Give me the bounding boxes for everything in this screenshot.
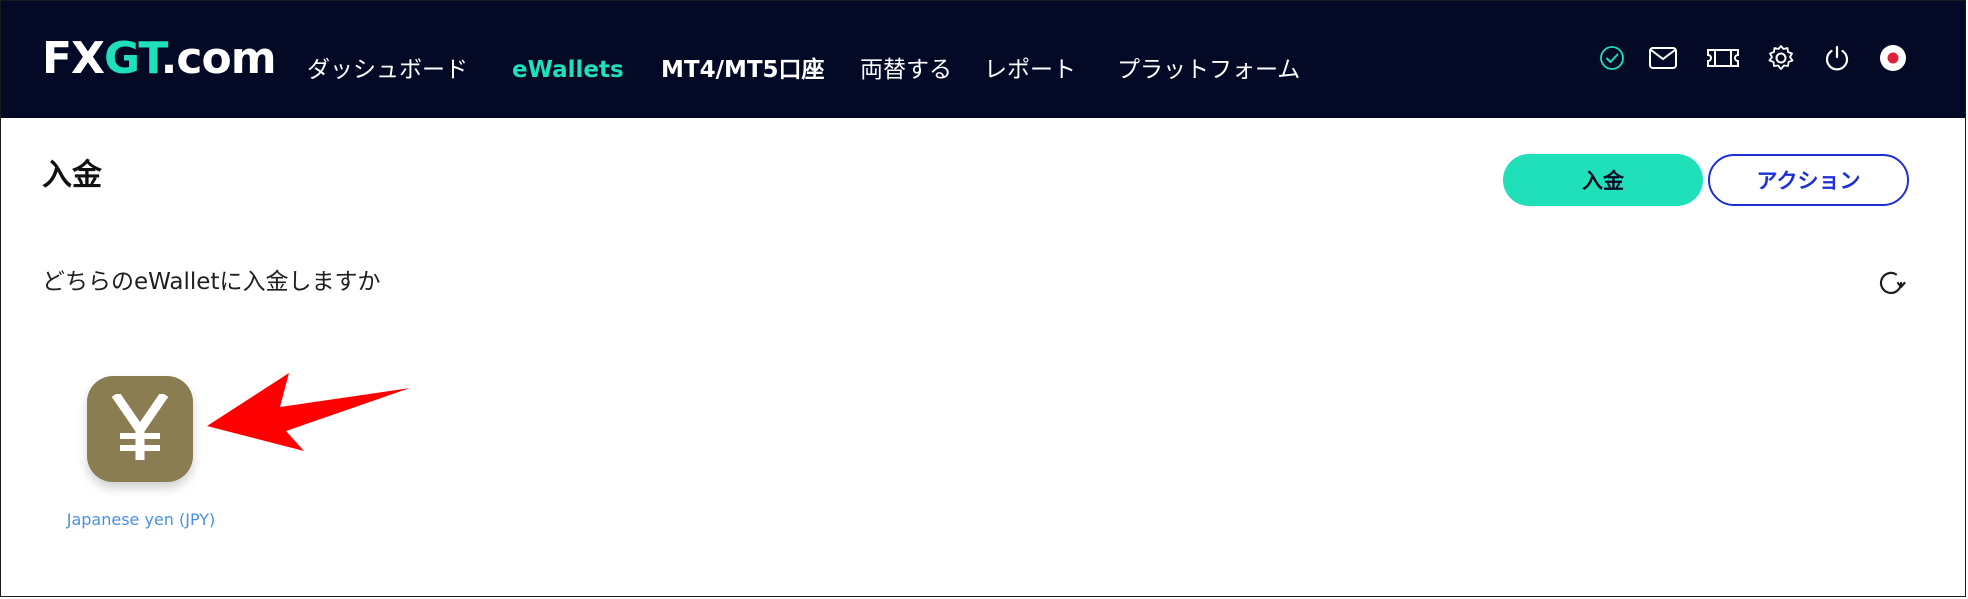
- top-header: FXGT.com ダッシュボード eWallets MT4/MT5口座 両替する…: [1, 1, 1965, 118]
- action-button[interactable]: アクション: [1708, 154, 1909, 206]
- app-frame: FXGT.com ダッシュボード eWallets MT4/MT5口座 両替する…: [0, 0, 1966, 597]
- nav-mt4-mt5-accounts[interactable]: MT4/MT5口座: [661, 53, 825, 87]
- nav-ewallets[interactable]: eWallets: [512, 53, 624, 87]
- nav-reports[interactable]: レポート: [984, 53, 1076, 87]
- nav-exchange[interactable]: 両替する: [860, 53, 952, 87]
- nav-dashboard[interactable]: ダッシュボード: [307, 53, 468, 87]
- verified-check-icon[interactable]: [1597, 43, 1627, 73]
- wallet-selection-prompt: どちらのeWalletに入金しますか: [42, 269, 381, 295]
- ticket-icon[interactable]: [1706, 43, 1740, 73]
- mail-icon[interactable]: [1648, 43, 1678, 73]
- gear-icon[interactable]: [1766, 43, 1796, 73]
- deposit-button[interactable]: 入金: [1503, 154, 1703, 206]
- nav-platforms[interactable]: プラットフォーム: [1117, 53, 1300, 87]
- wallet-label: Japanese yen (JPY): [66, 510, 216, 529]
- annotation-arrow: [207, 373, 410, 451]
- japan-flag-icon[interactable]: [1878, 43, 1908, 73]
- yen-icon: [87, 376, 193, 482]
- refresh-icon[interactable]: [1877, 268, 1907, 298]
- page-title: 入金: [42, 158, 102, 193]
- power-icon[interactable]: [1822, 43, 1852, 73]
- fxgt-logo[interactable]: FXGT.com: [42, 31, 277, 87]
